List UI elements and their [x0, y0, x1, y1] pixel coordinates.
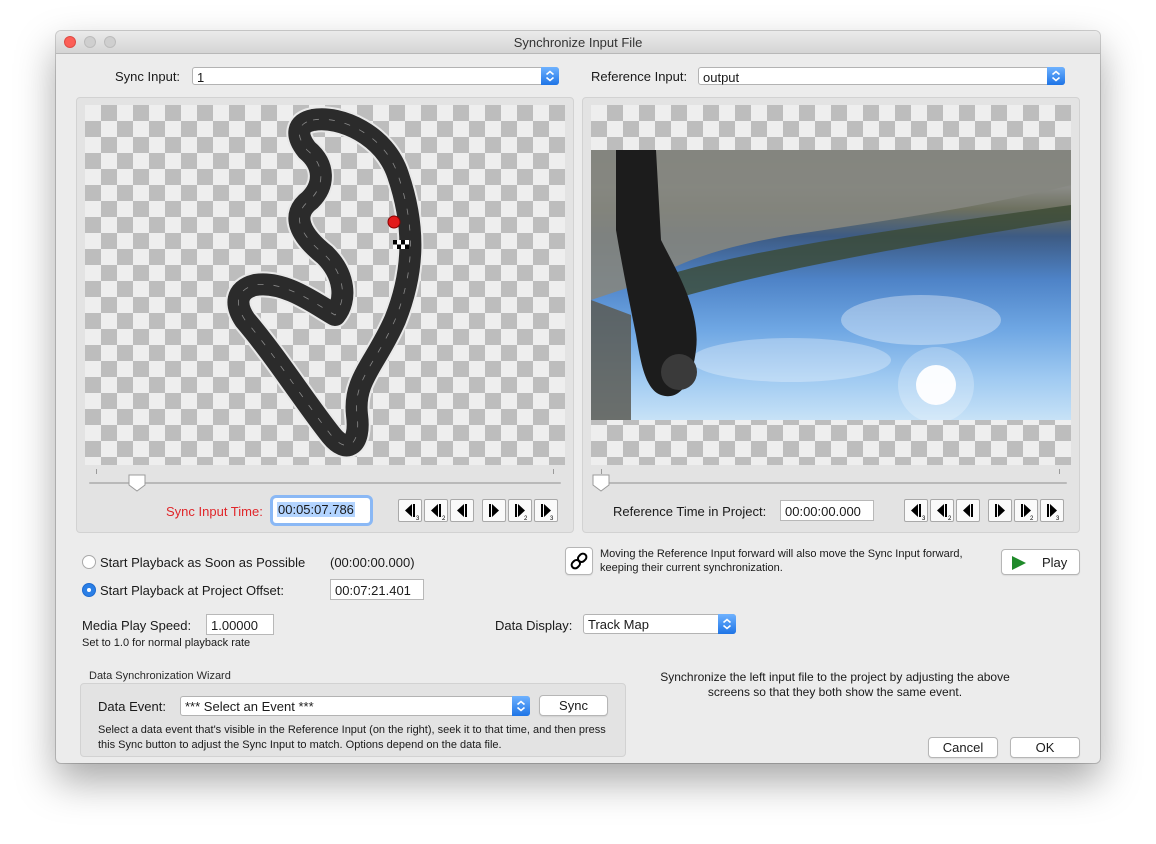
play-icon — [1012, 556, 1026, 570]
wizard-title: Data Synchronization Wizard — [89, 670, 231, 682]
svg-text:2: 2 — [948, 516, 952, 521]
sync-button[interactable]: Sync — [539, 695, 608, 716]
step-forward-medium-button[interactable]: 2 — [508, 499, 532, 522]
sync-input-label: Sync Input: — [115, 69, 181, 84]
play-button-label: Play — [1042, 555, 1068, 570]
step-back-icon — [963, 504, 973, 517]
sync-input-time-value: 00:05:07.786 — [277, 502, 355, 517]
media-play-speed-value: 1.00000 — [211, 618, 258, 633]
chevron-updown-icon — [541, 67, 559, 85]
sync-input-value: 1 — [197, 70, 205, 85]
data-display-value: Track Map — [588, 617, 649, 632]
sync-input-scrubber-thumb[interactable] — [128, 474, 146, 495]
chevron-updown-icon — [1047, 67, 1065, 85]
step-forward-icon: 2 — [515, 504, 528, 522]
link-note: Moving the Reference Input forward will … — [600, 548, 963, 574]
ref-step-forward-large-button[interactable]: 3 — [1040, 499, 1064, 522]
project-offset-field[interactable]: 00:07:21.401 — [330, 579, 424, 600]
chevron-updown-icon — [512, 696, 530, 716]
media-play-speed-field[interactable]: 1.00000 — [206, 614, 274, 635]
ref-step-forward-medium-button[interactable]: 2 — [1014, 499, 1038, 522]
reference-input-value: output — [703, 70, 740, 85]
svg-text:2: 2 — [442, 516, 446, 521]
reference-time-value: 00:00:00.000 — [785, 504, 861, 519]
data-display-popup[interactable]: Track Map — [583, 614, 736, 634]
step-back-icon — [457, 504, 467, 517]
data-display-label: Data Display: — [495, 618, 573, 633]
finish-line-icon — [393, 240, 409, 249]
reference-scrubber-track[interactable] — [595, 482, 1067, 484]
position-marker-icon — [387, 215, 401, 229]
instructions-text: Synchronize the left input file to the p… — [660, 670, 1010, 699]
step-back-icon: 2 — [937, 504, 952, 522]
dialog-window: Synchronize Input File Sync Input: 1 Ref… — [56, 31, 1100, 763]
track-map-graphic — [225, 106, 424, 459]
project-offset-value: 00:07:21.401 — [335, 583, 411, 598]
data-event-label: Data Event: — [98, 699, 166, 714]
step-back-icon: 2 — [431, 504, 446, 522]
media-play-speed-label: Media Play Speed: — [82, 618, 192, 633]
step-forward-large-button[interactable]: 3 — [534, 499, 558, 522]
data-event-value: *** Select an Event *** — [185, 699, 314, 714]
link-icon — [570, 552, 588, 570]
scrubber-tick — [96, 469, 97, 474]
link-toggle-button[interactable] — [565, 547, 593, 575]
step-back-icon: 3 — [911, 504, 926, 522]
svg-text:2: 2 — [1030, 516, 1034, 521]
svg-text:3: 3 — [922, 516, 926, 521]
window-title: Synchronize Input File — [513, 35, 643, 50]
step-back-icon: 3 — [405, 504, 420, 522]
wizard-help-text: Select a data event that's visible in th… — [98, 724, 606, 751]
ok-button[interactable]: OK — [1010, 737, 1080, 758]
start-offset-radio[interactable] — [82, 583, 96, 597]
step-forward-icon: 2 — [1021, 504, 1034, 522]
svg-text:3: 3 — [550, 516, 554, 521]
step-back-medium-button[interactable]: 2 — [424, 499, 448, 522]
ref-step-back-large-button[interactable]: 3 — [904, 499, 928, 522]
ref-step-back-small-button[interactable] — [956, 499, 980, 522]
start-asap-value: (00:00:00.000) — [330, 555, 415, 570]
step-forward-small-button[interactable] — [482, 499, 506, 522]
reference-time-field[interactable]: 00:00:00.000 — [780, 500, 874, 521]
sync-input-time-label: Sync Input Time: — [166, 504, 263, 519]
scrubber-tick — [553, 469, 554, 474]
reference-input-preview — [591, 105, 1071, 465]
reference-time-label: Reference Time in Project: — [613, 504, 767, 519]
svg-text:3: 3 — [416, 516, 420, 521]
start-asap-radio[interactable] — [82, 555, 96, 569]
svg-text:2: 2 — [524, 516, 528, 521]
step-back-large-button[interactable]: 3 — [398, 499, 422, 522]
sync-input-scrubber-track[interactable] — [89, 482, 561, 484]
chevron-updown-icon — [718, 614, 736, 634]
sync-input-popup[interactable]: 1 — [192, 67, 559, 85]
reference-input-label: Reference Input: — [591, 69, 688, 84]
cancel-button[interactable]: Cancel — [928, 737, 998, 758]
radio-dot-icon — [87, 588, 91, 592]
sync-input-time-field[interactable]: 00:05:07.786 — [273, 498, 370, 523]
play-button[interactable]: Play — [1001, 549, 1080, 575]
ref-step-back-medium-button[interactable]: 2 — [930, 499, 954, 522]
media-play-speed-hint: Set to 1.0 for normal playback rate — [82, 637, 251, 649]
step-forward-icon: 3 — [541, 504, 554, 522]
step-back-small-button[interactable] — [450, 499, 474, 522]
video-frame — [591, 150, 1071, 420]
start-offset-label: Start Playback at Project Offset: — [100, 583, 285, 598]
video-frame-graphic — [591, 150, 1071, 420]
scrubber-tick — [1059, 469, 1060, 474]
reference-scrubber-thumb[interactable] — [592, 474, 610, 495]
step-forward-icon — [489, 504, 499, 517]
sync-input-preview — [85, 105, 565, 465]
start-asap-label: Start Playback as Soon as Possible — [100, 555, 306, 570]
step-forward-icon: 3 — [1047, 504, 1060, 522]
ref-step-forward-small-button[interactable] — [988, 499, 1012, 522]
reference-input-popup[interactable]: output — [698, 67, 1065, 85]
step-forward-icon — [995, 504, 1005, 517]
data-event-popup[interactable]: *** Select an Event *** — [180, 696, 530, 716]
svg-text:3: 3 — [1056, 516, 1060, 521]
title-bar: Synchronize Input File — [56, 31, 1100, 54]
